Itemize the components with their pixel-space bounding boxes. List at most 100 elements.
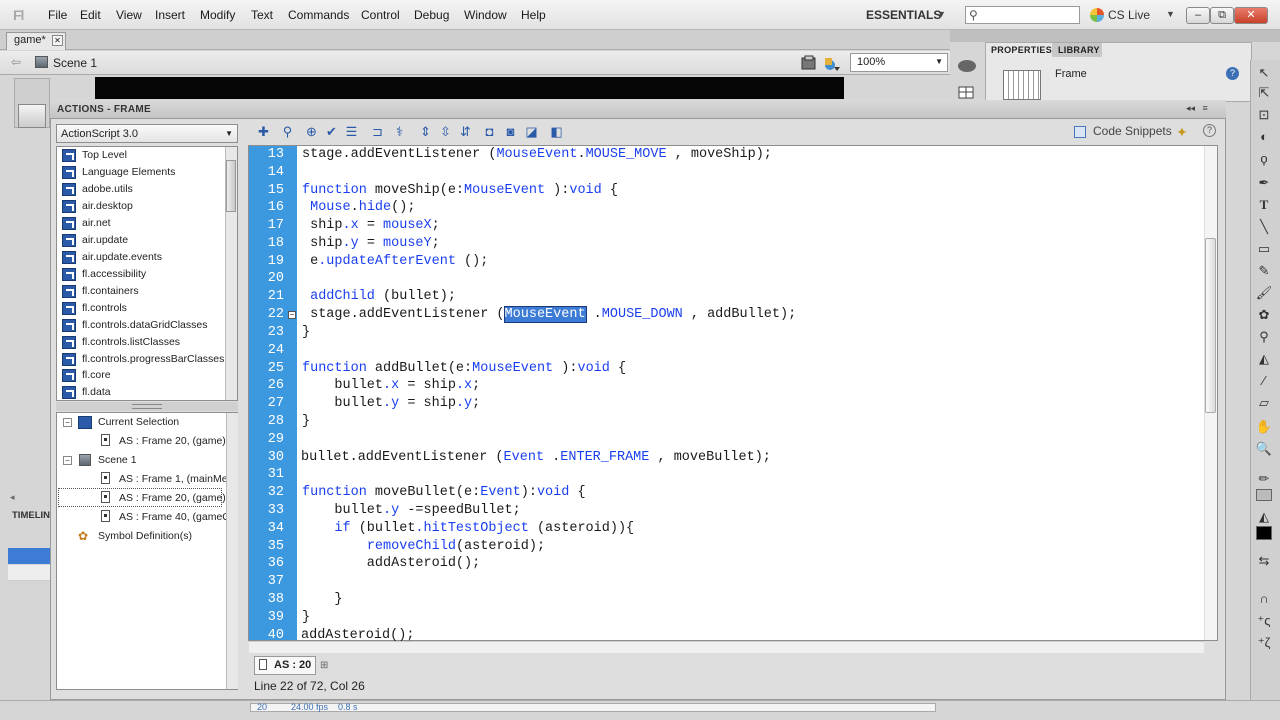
brush-tool-icon[interactable]: 🖌 [1254, 284, 1274, 302]
code-line-23[interactable]: } [302, 324, 310, 342]
toolbox-item[interactable]: air.update.events [62, 249, 232, 266]
line-tool-icon[interactable]: ╲ [1254, 218, 1274, 236]
eraser-tool-icon[interactable]: ▱ [1254, 394, 1274, 412]
pen-tool-icon[interactable]: ✒ [1254, 174, 1274, 192]
rectangle-tool-icon[interactable]: ▭ [1254, 240, 1274, 258]
restore-button[interactable]: ⧉ [1210, 7, 1234, 24]
code-line-18[interactable]: ship.y = mouseY; [302, 235, 440, 253]
subselection-tool-icon[interactable]: ⇱ [1254, 84, 1274, 102]
actionscript-version-select[interactable]: ActionScript 3.0 ▼ [56, 124, 238, 143]
code-line-19[interactable]: e.updateAfterEvent (); [302, 253, 488, 271]
cs-live-button[interactable]: CS Live [1108, 8, 1150, 22]
selection-tool-icon[interactable]: ↖ [1254, 64, 1274, 82]
toolbox-item[interactable]: air.desktop [62, 198, 232, 215]
stage-area[interactable] [95, 77, 844, 99]
menu-insert[interactable]: Insert [155, 8, 185, 22]
check-syntax-icon[interactable]: ✔ [324, 124, 339, 139]
timeline-layer-selected[interactable] [8, 548, 50, 564]
menu-control[interactable]: Control [361, 8, 400, 22]
eyedropper-tool-icon[interactable]: ⁄ [1254, 372, 1274, 390]
apply-line-comment-icon[interactable]: ◙ [503, 124, 518, 139]
menu-help[interactable]: Help [521, 8, 546, 22]
code-line-28[interactable]: } [302, 413, 310, 431]
toolbox-item[interactable]: fl.controls [62, 300, 232, 317]
code-line-22[interactable]: stage.addEventListener (MouseEvent .MOUS… [302, 306, 796, 324]
code-line-13[interactable]: stage.addEventListener (MouseEvent.MOUSE… [302, 146, 772, 164]
apply-block-comment-icon[interactable]: ◘ [482, 124, 497, 139]
navigator-scrollbar[interactable] [226, 413, 238, 689]
menu-edit[interactable]: Edit [80, 8, 101, 22]
toolbox-item[interactable]: fl.data [62, 384, 232, 401]
zoom-select[interactable]: 100% ▼ [850, 53, 948, 72]
fill-swatch[interactable] [1254, 526, 1274, 544]
toolbox-item[interactable]: fl.core [62, 367, 232, 384]
toolbox-item[interactable]: air.update [62, 232, 232, 249]
splitter-handle[interactable] [132, 404, 162, 409]
toolbox-item[interactable]: fl.controls.progressBarClasses [62, 351, 232, 368]
toolbox-item[interactable]: air.net [62, 215, 232, 232]
fill-color-icon[interactable]: ◭ [1254, 508, 1274, 526]
help-icon[interactable]: ? [1226, 67, 1239, 80]
help-search-input[interactable]: ⚲ [965, 6, 1080, 24]
close-window-button[interactable]: ✕ [1234, 7, 1268, 24]
code-line-17[interactable]: ship.x = mouseX; [302, 217, 440, 235]
scene-breadcrumb[interactable]: Scene 1 [53, 56, 97, 70]
code-line-33[interactable]: bullet.y -=speedBullet; [302, 502, 520, 520]
deco-tool-icon[interactable]: ✿ [1254, 306, 1274, 324]
code-line-21[interactable]: addChild (bullet); [302, 288, 456, 306]
code-snippets-button[interactable]: Code Snippets [1093, 124, 1172, 138]
straighten-icon[interactable]: ⁺ζ [1254, 634, 1274, 652]
editor-horizontal-scrollbar[interactable] [249, 641, 1204, 653]
3d-rotation-tool-icon[interactable]: ◐ [1254, 128, 1274, 146]
timeline-tab[interactable]: TIMELIN [12, 510, 50, 521]
smooth-icon[interactable]: ⁺ς [1254, 612, 1274, 630]
panel-menu-icon[interactable]: ◂◂ ≡ [1186, 103, 1208, 114]
collapse-icon[interactable]: − [63, 456, 72, 465]
collapse-icon[interactable]: − [288, 311, 296, 319]
toolbox-item[interactable]: fl.controls.listClasses [62, 334, 232, 351]
code-line-26[interactable]: bullet.x = ship.x; [302, 377, 480, 395]
tab-properties[interactable]: PROPERTIES [987, 43, 1052, 57]
snap-to-objects-icon[interactable]: ∩ [1254, 590, 1274, 608]
help-icon[interactable]: ? [1203, 124, 1216, 137]
menu-debug[interactable]: Debug [414, 8, 449, 22]
code-line-36[interactable]: addAsteroid(); [302, 555, 480, 573]
expand-arrow-icon[interactable]: ◂ [10, 492, 15, 503]
toolbox-item[interactable]: fl.containers [62, 283, 232, 300]
editor-scroll-thumb[interactable] [1205, 238, 1216, 413]
pencil-tool-icon[interactable]: ✎ [1254, 262, 1274, 280]
debug-options-icon[interactable]: ⚕ [392, 124, 407, 139]
menu-text[interactable]: Text [251, 8, 273, 22]
free-transform-tool-icon[interactable]: ⊡ [1254, 106, 1274, 124]
frame-rate[interactable]: 24.00 fps [291, 702, 328, 712]
chevron-down-icon[interactable]: ▼ [1166, 9, 1175, 19]
toolbox-item[interactable]: Top Level [62, 147, 232, 164]
collapse-between-braces-icon[interactable]: ⇕ [418, 124, 433, 139]
collapse-selection-icon[interactable]: ⇳ [438, 124, 453, 139]
code-line-39[interactable]: } [302, 609, 310, 627]
chevron-down-icon[interactable]: ▼ [937, 9, 946, 19]
show-hide-toolbox-icon[interactable]: ◧ [549, 124, 564, 139]
hand-tool-icon[interactable]: ✋ [1254, 418, 1274, 436]
code-line-35[interactable]: removeChild(asteroid); [302, 538, 545, 556]
swap-colors-icon[interactable]: ⇆ [1254, 552, 1274, 570]
toolbox-item[interactable]: fl.accessibility [62, 266, 232, 283]
auto-format-icon[interactable]: ☰ [344, 124, 359, 139]
code-line-32[interactable]: function moveBullet(e:Event):void { [302, 484, 586, 502]
workspace-switcher[interactable]: ESSENTIALS [866, 8, 941, 22]
find-icon[interactable]: ⚲ [280, 124, 295, 139]
code-line-38[interactable]: } [302, 591, 342, 609]
menu-file[interactable]: File [48, 8, 67, 22]
code-line-30[interactable]: bullet.addEventListener (Event .ENTER_FR… [301, 449, 771, 467]
toolbox-item[interactable]: adobe.utils [62, 181, 232, 198]
show-code-hint-icon[interactable]: ⊐ [370, 124, 385, 139]
text-tool-icon[interactable]: T [1254, 196, 1274, 214]
add-statement-icon[interactable]: ✚ [256, 124, 271, 139]
lasso-tool-icon[interactable]: ϙ [1254, 150, 1274, 168]
code-assistant-wand-icon[interactable]: ✦ [1176, 124, 1188, 141]
dock-icons[interactable] [955, 55, 979, 100]
collapse-icon[interactable]: − [63, 418, 72, 427]
menu-window[interactable]: Window [464, 8, 507, 22]
zoom-tool-icon[interactable]: 🔍 [1254, 440, 1274, 458]
pin-script-icon[interactable]: ⊞ [320, 660, 328, 671]
